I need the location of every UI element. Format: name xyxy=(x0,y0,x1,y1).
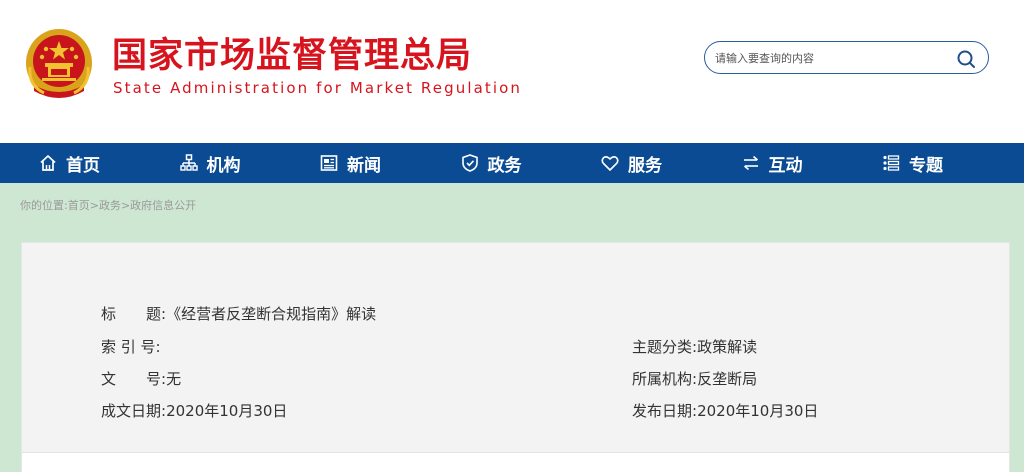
nav-item-gov[interactable]: 政务 xyxy=(422,143,563,183)
meta-docno-value: 无 xyxy=(166,370,182,388)
exchange-icon xyxy=(743,155,758,171)
meta-org-label: 所属机构: xyxy=(632,370,698,388)
site-header: 国家市场监督管理总局 State Administration for Mark… xyxy=(0,0,1024,143)
page: 国家市场监督管理总局 State Administration for Mark… xyxy=(0,0,1024,472)
article-body-start xyxy=(22,453,1009,472)
meta-org-row: 所属机构:反垄断局 xyxy=(632,370,757,388)
search-input[interactable] xyxy=(715,48,950,68)
breadcrumb-link-gov[interactable]: 政务 xyxy=(99,199,121,212)
breadcrumb: 你的位置:首页>政务>政府信息公开 xyxy=(20,197,196,213)
meta-created-row: 成文日期:2020年10月30日 xyxy=(101,402,287,420)
nav-label-news: 新闻 xyxy=(347,155,381,176)
nav-label-home: 首页 xyxy=(66,155,100,176)
meta-category-label: 主题分类: xyxy=(632,338,698,356)
breadcrumb-link-info[interactable]: 政府信息公开 xyxy=(130,199,196,212)
nav-item-service[interactable]: 服务 xyxy=(562,143,703,183)
nav-item-news[interactable]: 新闻 xyxy=(281,143,422,183)
search-box xyxy=(704,41,989,74)
nav-label-org: 机构 xyxy=(206,155,241,176)
meta-title-value: 《经营者反垄断合规指南》解读 xyxy=(166,305,377,323)
heart-icon xyxy=(601,156,619,171)
national-emblem-icon xyxy=(26,29,92,98)
nav-item-org[interactable]: 机构 xyxy=(141,143,282,183)
home-icon xyxy=(40,155,56,171)
meta-index-row: 索 引 号: xyxy=(101,338,161,356)
main-nav: 首页 机构 新闻 政务 服务 互动 专题 xyxy=(0,143,1024,183)
breadcrumb-prefix: 你的位置: xyxy=(20,199,68,212)
nav-label-topics: 专题 xyxy=(909,155,943,176)
meta-org-value: 反垄断局 xyxy=(697,370,758,388)
meta-published-value: 2020年10月30日 xyxy=(697,402,819,420)
meta-title-row: 标 题:《经营者反垄断合规指南》解读 xyxy=(101,305,376,323)
nav-item-topics[interactable]: 专题 xyxy=(843,143,984,183)
breadcrumb-link-home[interactable]: 首页 xyxy=(68,199,90,212)
meta-docno-row: 文 号:无 xyxy=(101,370,181,388)
site-title-en: State Administration for Market Regulati… xyxy=(113,79,523,97)
nav-label-gov: 政务 xyxy=(487,155,522,176)
newspaper-icon xyxy=(320,155,338,171)
meta-published-row: 发布日期:2020年10月30日 xyxy=(632,402,818,420)
meta-title-label: 标 题: xyxy=(101,305,167,323)
nav-label-interact: 互动 xyxy=(768,155,803,176)
search-icon[interactable] xyxy=(956,49,976,69)
meta-created-label: 成文日期: xyxy=(101,402,167,420)
meta-created-value: 2020年10月30日 xyxy=(166,402,288,420)
meta-category-value: 政策解读 xyxy=(697,338,758,356)
org-chart-icon xyxy=(179,154,198,171)
nav-item-home[interactable]: 首页 xyxy=(0,143,141,183)
topics-icon xyxy=(883,155,900,171)
meta-index-label: 索 引 号: xyxy=(101,338,161,356)
site-title-cn: 国家市场监督管理总局 xyxy=(112,36,473,76)
meta-category-row: 主题分类:政策解读 xyxy=(632,338,757,356)
document-meta-card xyxy=(21,242,1010,472)
meta-published-label: 发布日期: xyxy=(632,402,698,420)
nav-label-service: 服务 xyxy=(628,155,662,176)
breadcrumb-separator: > xyxy=(89,199,99,212)
meta-docno-label: 文 号: xyxy=(101,370,167,388)
nav-item-interact[interactable]: 互动 xyxy=(703,143,844,183)
shield-icon xyxy=(461,154,478,172)
breadcrumb-separator: > xyxy=(120,199,131,212)
